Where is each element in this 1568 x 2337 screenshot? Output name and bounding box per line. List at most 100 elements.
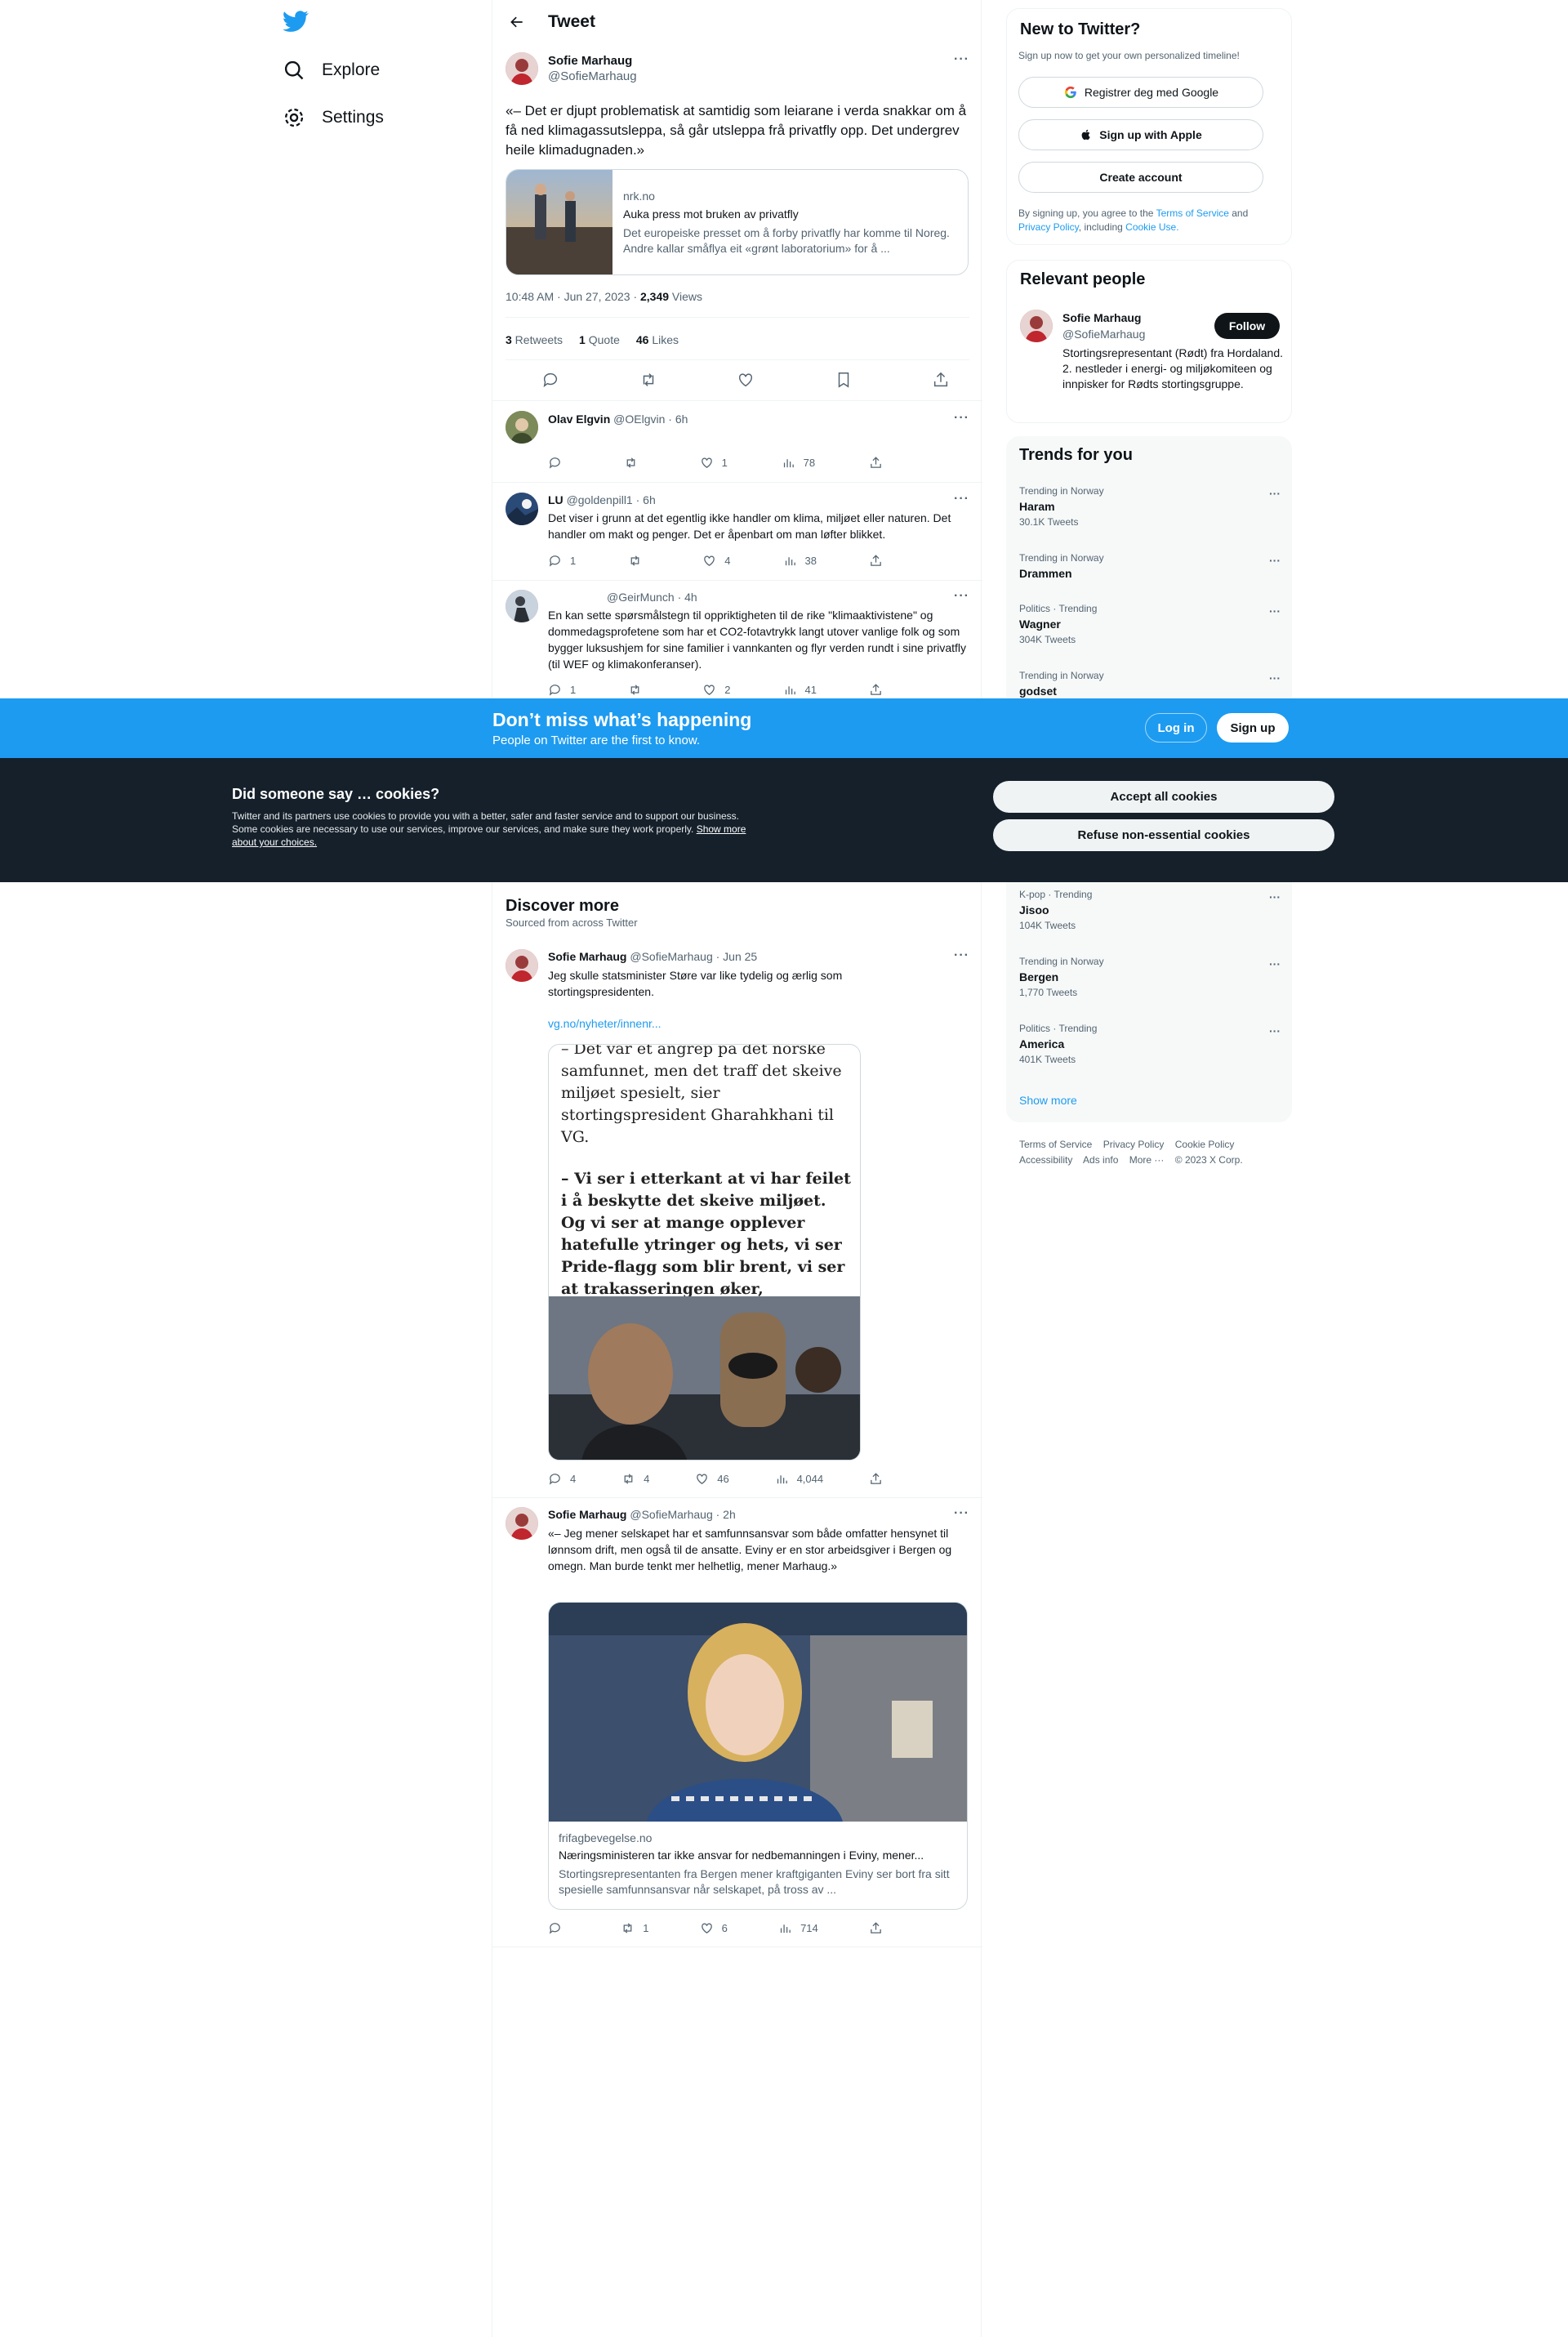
reply-icon[interactable] bbox=[541, 371, 559, 389]
share-button[interactable] bbox=[869, 456, 891, 470]
like-button[interactable]: 46 bbox=[695, 1472, 729, 1486]
views-button[interactable]: 41 bbox=[783, 683, 817, 697]
discover-handle[interactable]: @SofieMarhaug · Jun 25 bbox=[630, 950, 757, 963]
avatar[interactable] bbox=[506, 949, 538, 982]
trend-item[interactable]: Trending in Norway Haram 30.1K Tweets ··· bbox=[1019, 485, 1281, 528]
show-more-link[interactable]: Show more bbox=[1019, 1094, 1077, 1107]
reply-button[interactable]: 1 bbox=[548, 683, 576, 697]
author-name[interactable]: Sofie Marhaug bbox=[548, 54, 632, 68]
trend-item[interactable]: Trending in Norway godset ··· bbox=[1019, 670, 1281, 698]
more-options-icon[interactable]: ··· bbox=[1269, 671, 1281, 685]
avatar[interactable] bbox=[1020, 310, 1053, 342]
likes-stat[interactable]: 46 Likes bbox=[636, 333, 679, 346]
like-button[interactable]: 4 bbox=[702, 554, 731, 568]
footer-link[interactable]: Cookie Policy bbox=[1175, 1139, 1235, 1150]
footer-link[interactable]: Terms of Service bbox=[1019, 1139, 1092, 1150]
reply-handle[interactable]: @goldenpill1 · 6h bbox=[567, 493, 656, 506]
more-options-icon[interactable]: ··· bbox=[954, 589, 969, 604]
reply-button[interactable] bbox=[548, 1921, 570, 1935]
share-button[interactable] bbox=[869, 1472, 891, 1486]
avatar[interactable] bbox=[506, 411, 538, 444]
views-button[interactable]: 4,044 bbox=[775, 1472, 823, 1486]
privacy-link[interactable]: Privacy Policy bbox=[1018, 221, 1079, 233]
create-account-button[interactable]: Create account bbox=[1018, 162, 1263, 193]
trend-item[interactable]: Trending in Norway Drammen ··· bbox=[1019, 552, 1281, 580]
share-button[interactable] bbox=[869, 554, 891, 568]
more-options-icon[interactable]: ··· bbox=[1269, 604, 1281, 618]
apple-signup-button[interactable]: Sign up with Apple bbox=[1018, 119, 1263, 150]
retweet-button[interactable] bbox=[624, 456, 646, 470]
share-button[interactable] bbox=[869, 1921, 891, 1935]
like-button[interactable]: 1 bbox=[700, 456, 728, 470]
discover-handle[interactable]: @SofieMarhaug · 2h bbox=[630, 1508, 735, 1521]
reply-author[interactable]: Olav Elgvin bbox=[548, 413, 610, 426]
more-options-icon[interactable]: ··· bbox=[954, 52, 969, 67]
more-options-icon[interactable]: ··· bbox=[1269, 487, 1281, 500]
share-icon[interactable] bbox=[932, 371, 950, 389]
views-button[interactable]: 714 bbox=[778, 1921, 818, 1935]
reply-handle[interactable]: @GeirMunch · 4h bbox=[607, 591, 697, 604]
author-handle[interactable]: @SofieMarhaug bbox=[548, 69, 637, 83]
quotes-stat[interactable]: 1 Quote bbox=[579, 333, 620, 346]
bookmark-icon[interactable] bbox=[835, 371, 853, 389]
footer-link[interactable]: More ··· bbox=[1129, 1154, 1165, 1166]
reply-button[interactable]: 4 bbox=[548, 1472, 576, 1486]
follow-button[interactable]: Follow bbox=[1214, 313, 1280, 339]
discover-author[interactable]: Sofie Marhaug bbox=[548, 1508, 626, 1521]
retweet-button[interactable]: 1 bbox=[621, 1921, 648, 1935]
trend-item[interactable]: Politics · Trending America 401K Tweets ··· bbox=[1019, 1023, 1281, 1065]
accept-cookies-button[interactable]: Accept all cookies bbox=[993, 781, 1334, 813]
twitter-logo-icon[interactable] bbox=[283, 8, 312, 38]
avatar[interactable] bbox=[506, 52, 538, 85]
trend-item[interactable]: Trending in Norway Bergen 1,770 Tweets ··· bbox=[1019, 956, 1281, 998]
footer-link[interactable]: Privacy Policy bbox=[1103, 1139, 1165, 1150]
link-card[interactable]: nrk.no Auka press mot bruken av privatfl… bbox=[506, 169, 969, 275]
discover-author[interactable]: Sofie Marhaug bbox=[548, 950, 626, 963]
more-options-icon[interactable]: ··· bbox=[954, 948, 969, 963]
views-button[interactable]: 78 bbox=[782, 456, 815, 470]
cookie-use-link[interactable]: Cookie Use. bbox=[1125, 221, 1178, 233]
reply-handle[interactable]: @OElgvin · 6h bbox=[613, 413, 688, 426]
footer-link[interactable]: Accessibility bbox=[1019, 1154, 1072, 1166]
more-options-icon[interactable]: ··· bbox=[954, 492, 969, 506]
link-card[interactable]: frifagbevegelse.no Næringsministeren tar… bbox=[548, 1602, 968, 1910]
relevant-handle[interactable]: @SofieMarhaug bbox=[1062, 328, 1145, 341]
more-options-icon[interactable]: ··· bbox=[1269, 1024, 1281, 1037]
login-button[interactable]: Log in bbox=[1145, 713, 1207, 743]
avatar[interactable] bbox=[506, 590, 538, 622]
more-options-icon[interactable]: ··· bbox=[954, 1506, 969, 1521]
views-button[interactable]: 38 bbox=[783, 554, 817, 568]
reply-author[interactable]: LU bbox=[548, 493, 564, 506]
retweet-button[interactable]: 4 bbox=[621, 1472, 649, 1486]
nav-settings[interactable]: Settings bbox=[283, 97, 394, 138]
tweet-link[interactable]: vg.no/nyheter/innenr... bbox=[548, 1017, 662, 1030]
tweet-time[interactable]: 10:48 AM · Jun 27, 2023 · bbox=[506, 290, 640, 303]
avatar[interactable] bbox=[506, 493, 538, 525]
trend-item[interactable]: K-pop · Trending Jisoo 104K Tweets ··· bbox=[1019, 889, 1281, 931]
like-button[interactable]: 2 bbox=[702, 683, 731, 697]
retweets-stat[interactable]: 3 Retweets bbox=[506, 333, 563, 346]
more-options-icon[interactable]: ··· bbox=[1269, 890, 1281, 903]
more-options-icon[interactable]: ··· bbox=[1269, 554, 1281, 567]
back-arrow-icon[interactable] bbox=[502, 7, 532, 37]
like-button[interactable]: 6 bbox=[700, 1921, 728, 1935]
trend-item[interactable]: Politics · Trending Wagner 304K Tweets ··· bbox=[1019, 603, 1281, 645]
retweet-icon[interactable] bbox=[639, 371, 657, 389]
retweet-button[interactable] bbox=[628, 683, 650, 697]
reply-button[interactable] bbox=[548, 456, 570, 470]
reply-button[interactable]: 1 bbox=[548, 554, 576, 568]
share-button[interactable] bbox=[869, 683, 891, 697]
refuse-cookies-button[interactable]: Refuse non-essential cookies bbox=[993, 819, 1334, 851]
like-icon[interactable] bbox=[737, 371, 755, 389]
signup-button[interactable]: Sign up bbox=[1217, 713, 1289, 743]
more-options-icon[interactable]: ··· bbox=[1269, 957, 1281, 970]
footer-link[interactable]: Ads info bbox=[1083, 1154, 1118, 1166]
google-signup-button[interactable]: Registrer deg med Google bbox=[1018, 77, 1263, 108]
nav-explore[interactable]: Explore bbox=[283, 50, 390, 91]
more-options-icon[interactable]: ··· bbox=[954, 411, 969, 426]
terms-link[interactable]: Terms of Service bbox=[1156, 207, 1229, 219]
relevant-name[interactable]: Sofie Marhaug bbox=[1062, 311, 1141, 324]
avatar[interactable] bbox=[506, 1507, 538, 1540]
retweet-button[interactable] bbox=[628, 554, 650, 568]
article-screenshot[interactable]: – Det var et angrep på det norske samfun… bbox=[548, 1044, 861, 1461]
